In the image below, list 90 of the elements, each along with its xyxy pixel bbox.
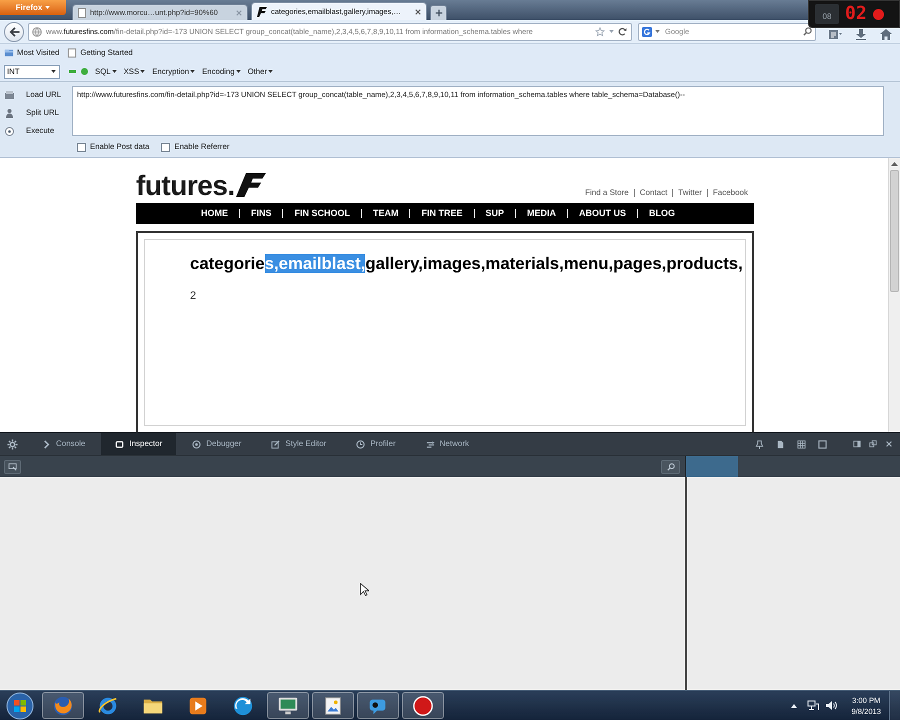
nav-link[interactable]: HOME bbox=[200, 206, 228, 220]
mouse-cursor-icon bbox=[360, 583, 369, 596]
search-engine-icon[interactable] bbox=[642, 26, 652, 36]
search-button[interactable] bbox=[661, 460, 680, 474]
taskbar-button[interactable] bbox=[267, 692, 309, 719]
caret-icon bbox=[112, 70, 117, 73]
checkbox[interactable] bbox=[161, 142, 170, 152]
devtools-tab[interactable]: Inspector bbox=[101, 433, 176, 455]
logo-text: futures. bbox=[136, 172, 235, 200]
page-icon bbox=[67, 48, 78, 58]
square-icon bbox=[115, 440, 124, 448]
nav-link[interactable]: FIN SCHOOL bbox=[294, 206, 350, 220]
start-button[interactable] bbox=[6, 692, 34, 720]
close-icon[interactable] bbox=[415, 8, 421, 14]
devtools-tab[interactable]: Profiler bbox=[342, 433, 410, 455]
dot-icon[interactable] bbox=[81, 68, 88, 75]
pin-icon[interactable] bbox=[755, 440, 764, 448]
clock-icon bbox=[356, 440, 366, 448]
logo-mark-icon bbox=[236, 173, 266, 197]
frame-icon[interactable] bbox=[818, 440, 827, 448]
network-icon[interactable] bbox=[807, 700, 820, 711]
picture-icon bbox=[322, 694, 344, 716]
devtools-tab[interactable]: Console bbox=[28, 433, 100, 455]
show-desktop-button[interactable] bbox=[889, 691, 900, 720]
ring-dot-icon bbox=[4, 126, 15, 136]
nav-link[interactable]: SUP bbox=[486, 206, 504, 220]
grid-icon[interactable] bbox=[797, 440, 806, 448]
checkbox[interactable] bbox=[77, 142, 86, 152]
taskbar-button[interactable] bbox=[402, 692, 444, 719]
arrow-up-icon[interactable] bbox=[891, 162, 898, 166]
caret-icon bbox=[51, 70, 56, 73]
taskbar-button[interactable] bbox=[312, 692, 354, 719]
bookmarks-icon[interactable] bbox=[828, 29, 842, 40]
timer-display: 02 bbox=[845, 5, 867, 23]
new-tab-button[interactable] bbox=[430, 5, 447, 20]
devtools-tab[interactable]: Style Editor bbox=[257, 433, 340, 455]
search-icon[interactable] bbox=[803, 27, 812, 36]
caret-icon bbox=[140, 70, 146, 73]
reload-icon[interactable] bbox=[618, 27, 627, 36]
chevron-icon bbox=[42, 440, 51, 448]
tray-icon bbox=[4, 90, 15, 100]
nav-link[interactable]: FIN TREE bbox=[421, 206, 462, 220]
search-icon bbox=[666, 462, 674, 470]
top-link[interactable]: Twitter bbox=[678, 187, 702, 199]
caret-icon bbox=[655, 30, 660, 33]
nav-link[interactable]: MEDIA bbox=[527, 206, 556, 220]
caret-icon bbox=[268, 70, 274, 73]
counter-display: 08 bbox=[815, 4, 839, 24]
chevron-up-icon[interactable] bbox=[791, 704, 798, 708]
edit-icon bbox=[271, 440, 280, 448]
frame-pointer-icon bbox=[8, 462, 18, 470]
dock-side-icon[interactable] bbox=[853, 440, 861, 448]
ring-dot-icon bbox=[192, 440, 202, 448]
devtools-tab[interactable]: Debugger bbox=[178, 433, 256, 455]
scroll-thumb[interactable] bbox=[890, 170, 899, 292]
record-dot-icon[interactable] bbox=[872, 8, 884, 20]
star-icon[interactable] bbox=[595, 26, 605, 36]
query-result-text: categories,emailblast,gallery,images,materials,menu,pages,products, bbox=[190, 254, 744, 274]
caret-icon bbox=[236, 70, 241, 73]
nav-link[interactable]: TEAM bbox=[372, 206, 398, 220]
top-link[interactable]: Facebook bbox=[712, 187, 748, 199]
windows-icon[interactable] bbox=[869, 440, 877, 448]
devtools-tab[interactable]: Network bbox=[412, 433, 483, 455]
result-line-text: 2 bbox=[190, 290, 198, 303]
top-link[interactable]: Find a Store bbox=[585, 187, 629, 199]
download-icon[interactable] bbox=[855, 29, 867, 40]
speaker-icon[interactable] bbox=[825, 700, 838, 711]
nav-link[interactable]: BLOG bbox=[649, 206, 676, 220]
bookmark-folder-icon bbox=[4, 48, 14, 58]
caret-icon bbox=[45, 6, 50, 9]
close-icon[interactable] bbox=[885, 440, 893, 448]
page-icon[interactable] bbox=[776, 440, 785, 448]
top-link[interactable]: Contact bbox=[640, 187, 668, 199]
globe-icon bbox=[32, 26, 42, 36]
page-icon bbox=[78, 8, 86, 18]
back-button[interactable] bbox=[4, 22, 24, 42]
lines-icon bbox=[426, 440, 435, 448]
node-picker-button[interactable] bbox=[4, 460, 21, 474]
home-icon[interactable] bbox=[880, 29, 892, 40]
scrollbar[interactable] bbox=[888, 158, 900, 432]
person-icon bbox=[4, 108, 15, 118]
nav-link[interactable]: FINS bbox=[250, 206, 272, 220]
record-icon bbox=[412, 694, 434, 716]
logo-mark-icon bbox=[257, 6, 267, 16]
nav-link[interactable]: ABOUT US bbox=[579, 206, 626, 220]
caret-icon bbox=[190, 70, 196, 73]
arrow-left-icon bbox=[8, 26, 20, 36]
settings-icon bbox=[6, 438, 18, 450]
globe-icon bbox=[52, 694, 74, 716]
plus-icon bbox=[434, 9, 442, 17]
